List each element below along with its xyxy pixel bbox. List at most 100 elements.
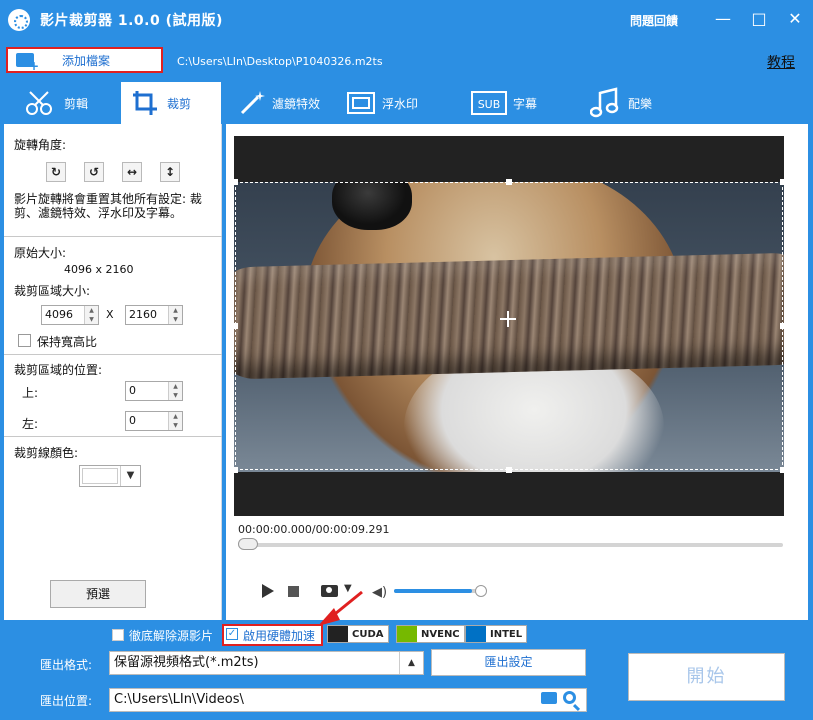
start-button[interactable]: 開始 (628, 653, 785, 701)
crop-left-stepper[interactable]: 0 ▲ ▼ (125, 411, 183, 431)
crop-handle[interactable] (234, 323, 238, 329)
move-crosshair-icon[interactable] (500, 311, 516, 327)
tutorial-link[interactable]: 教程 (767, 52, 795, 72)
line-color-label: 裁剪線顏色: (14, 446, 79, 460)
crop-handle[interactable] (506, 467, 512, 473)
total-time: 00:00:09.291 (315, 523, 390, 536)
keep-ratio-checkbox[interactable] (18, 334, 31, 347)
music-icon (590, 87, 619, 118)
add-file-label: 添加檔案 (62, 53, 111, 68)
feedback-link[interactable]: 問題回饋 (630, 12, 678, 29)
crop-left-arrows[interactable]: ▲ ▼ (168, 412, 182, 430)
original-size-label: 原始大小: (14, 246, 67, 260)
crop-handle[interactable] (780, 467, 784, 473)
search-icon[interactable] (563, 691, 576, 704)
crop-handle[interactable] (506, 179, 512, 185)
volume-fill (394, 589, 473, 593)
chevron-down-icon: ▼ (120, 466, 140, 486)
divider (4, 354, 222, 355)
minimize-icon[interactable]: — (711, 8, 735, 32)
crop-height-arrows[interactable]: ▲ ▼ (168, 306, 182, 324)
nvenc-badge: NVENC (396, 625, 465, 643)
tab-bar: 剪輯 裁剪 濾鏡特效 浮水印 SUB 字幕 配樂 (0, 82, 813, 124)
tab-trim[interactable]: 剪輯 (24, 82, 88, 124)
magic-wand-icon (240, 91, 265, 115)
chevron-up-icon: ▲ (399, 652, 423, 674)
play-icon[interactable] (262, 584, 274, 598)
close-icon[interactable]: ✕ (783, 8, 807, 32)
tab-trim-label: 剪輯 (64, 96, 89, 111)
tab-watermark[interactable]: 浮水印 (346, 82, 418, 124)
crop-handle[interactable] (780, 323, 784, 329)
app-logo-icon (8, 9, 30, 31)
maximize-icon[interactable]: □ (747, 8, 771, 32)
file-path: C:\Users\LIn\Desktop\P1040326.m2ts (177, 55, 383, 68)
divider (4, 436, 222, 437)
intel-logo-icon (466, 626, 486, 642)
nvidia-logo-icon (328, 626, 348, 642)
seek-thumb[interactable] (238, 538, 258, 550)
video-preview[interactable] (234, 136, 784, 516)
hw-accel-checkbox[interactable]: ✓ (226, 628, 238, 640)
intel-badge: INTEL (465, 625, 528, 643)
crop-left-value: 0 (129, 414, 136, 427)
nvidia-logo-icon (397, 626, 417, 642)
flip-vertical-button[interactable]: ↕ (160, 162, 180, 182)
original-size-value: 4096 x 2160 (64, 263, 134, 276)
volume-thumb[interactable] (475, 585, 487, 597)
tab-crop[interactable]: 裁剪 (121, 82, 221, 124)
crop-height-stepper[interactable]: 2160 ▲ ▼ (125, 305, 183, 325)
current-time: 00:00:00.000 (238, 523, 312, 536)
tab-subtitle-label: 字幕 (513, 96, 538, 111)
format-select[interactable]: 保留源視頻格式(*.m2ts) ▲ (109, 651, 424, 675)
tab-filters-label: 濾鏡特效 (272, 96, 321, 111)
flip-horizontal-button[interactable]: ↔ (122, 162, 142, 182)
crop-settings-panel: 旋轉角度: ↻ ↺ ↔ ↕ 影片旋轉將會重置其他所有設定: 裁剪、濾鏡特效、浮水… (4, 124, 222, 620)
keep-ratio-label: 保持寬高比 (37, 335, 98, 349)
rotate-note: 影片旋轉將會重置其他所有設定: 裁剪、濾鏡特效、浮水印及字幕。 (14, 192, 202, 220)
title-bar: 影片裁剪器 1.0.0 (試用版) (0, 0, 813, 40)
crop-handle[interactable] (234, 467, 238, 473)
rotate-ccw-button[interactable]: ↺ (84, 162, 104, 182)
crop-handle[interactable] (780, 179, 784, 185)
intel-label: INTEL (490, 628, 523, 640)
crop-width-value: 4096 (45, 308, 73, 321)
export-settings-button[interactable]: 匯出設定 (431, 649, 586, 676)
hw-accel-label: 啟用硬體加速 (243, 629, 316, 643)
left-label: 左: (22, 417, 39, 431)
tab-music-label: 配樂 (628, 96, 653, 111)
format-value: 保留源視頻格式(*.m2ts) (114, 655, 259, 670)
crop-icon (133, 91, 157, 115)
crop-top-stepper[interactable]: 0 ▲ ▼ (125, 381, 183, 401)
preset-button[interactable]: 預選 (50, 580, 146, 608)
tab-filters[interactable]: 濾鏡特效 (236, 82, 320, 124)
line-color-select[interactable]: ▼ (79, 465, 141, 487)
cuda-badge: CUDA (327, 625, 389, 643)
tab-watermark-label: 浮水印 (382, 96, 419, 111)
disable-source-label: 徹底解除源影片 (129, 629, 214, 643)
crop-position-label: 裁剪區域的位置: (14, 363, 103, 377)
tab-subtitle[interactable]: SUB 字幕 (471, 82, 537, 124)
timecode: 00:00:00.000/00:00:09.291 (238, 523, 390, 536)
crop-height-value: 2160 (129, 308, 157, 321)
location-label: 匯出位置: (40, 694, 93, 708)
export-location-value: C:\Users\LIn\Videos\ (114, 692, 244, 707)
crop-top-arrows[interactable]: ▲ ▼ (168, 382, 182, 400)
crop-size-label: 裁剪區域大小: (14, 284, 91, 298)
tab-music[interactable]: 配樂 (590, 82, 652, 124)
seek-bar[interactable] (238, 543, 783, 547)
rotate-label: 旋轉角度: (14, 138, 67, 152)
crop-width-arrows[interactable]: ▲ ▼ (84, 306, 98, 324)
crop-width-stepper[interactable]: 4096 ▲ ▼ (41, 305, 99, 325)
add-file-button[interactable]: 添加檔案 (6, 47, 163, 73)
disable-source-checkbox[interactable] (112, 629, 124, 641)
folder-icon[interactable] (541, 692, 557, 704)
volume-slider[interactable] (394, 589, 486, 593)
crop-handle[interactable] (234, 179, 238, 185)
tab-crop-label: 裁剪 (167, 96, 192, 111)
rotate-cw-button[interactable]: ↻ (46, 162, 66, 182)
stop-icon[interactable] (288, 586, 299, 597)
export-location-input[interactable]: C:\Users\LIn\Videos\ (109, 688, 587, 712)
format-label: 匯出格式: (40, 658, 93, 672)
scissors-icon (26, 91, 52, 115)
